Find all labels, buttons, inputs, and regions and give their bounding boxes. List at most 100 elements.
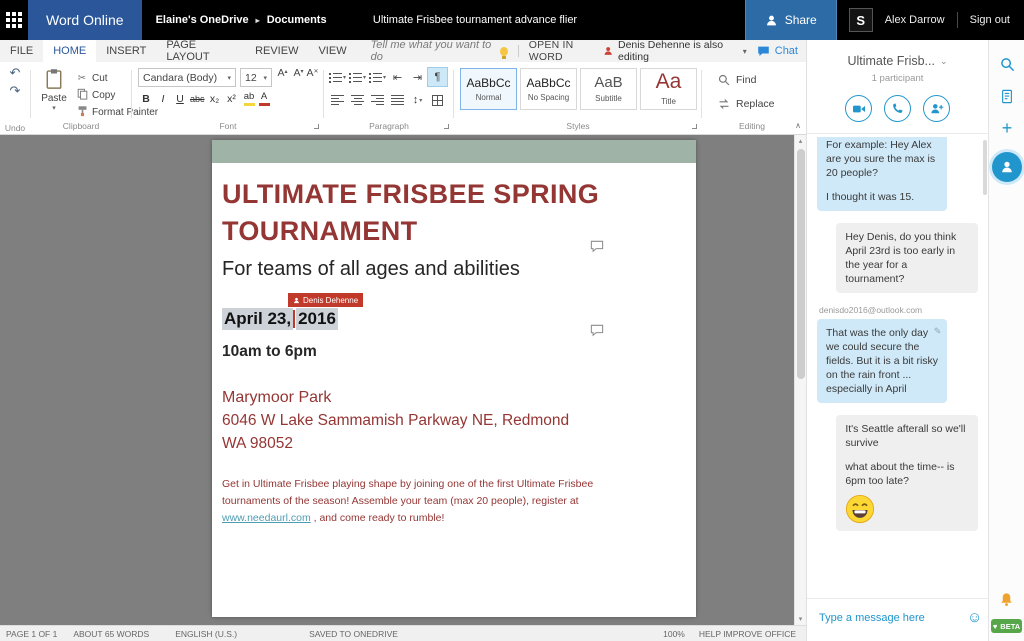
status-help-link[interactable]: HELP IMPROVE OFFICE — [699, 629, 796, 639]
status-zoom-level[interactable]: 100% — [663, 629, 685, 639]
undo-button[interactable]: ↶ — [0, 64, 30, 82]
sign-out-link[interactable]: Sign out — [970, 14, 1010, 26]
chat-message-input[interactable] — [819, 612, 961, 624]
align-center-button[interactable] — [348, 91, 367, 109]
scroll-up-icon[interactable]: ▴ — [795, 135, 806, 147]
scrollbar-thumb[interactable] — [797, 149, 805, 379]
find-button[interactable]: Find — [718, 74, 756, 86]
document-scrollbar[interactable]: ▴ ▾ — [794, 135, 806, 625]
search-icon — [1000, 57, 1015, 72]
add-participant-button[interactable] — [923, 95, 950, 122]
redo-button[interactable]: ↷ — [0, 82, 30, 100]
chat-sender-email: denisdo2016@outlook.com — [819, 305, 978, 315]
tab-file[interactable]: FILE — [0, 40, 43, 62]
copy-label: Copy — [92, 90, 115, 101]
paste-label: Paste — [41, 93, 67, 104]
coauthor-flag[interactable]: Denis Dehenne — [288, 293, 363, 307]
borders-button[interactable] — [428, 91, 447, 109]
coauthor-notice[interactable]: Denis Dehenne is also editing ▾ — [603, 39, 747, 63]
style-subtitle[interactable]: AaB Subtitle — [580, 68, 637, 110]
word-online-logo[interactable]: Word Online — [28, 0, 142, 40]
underline-button[interactable]: U — [172, 90, 188, 108]
beta-badge[interactable]: ♥ BETA — [991, 619, 1022, 633]
decrease-indent-button[interactable]: ⇤ — [388, 68, 407, 86]
video-call-button[interactable] — [845, 95, 872, 122]
multilevel-list-button[interactable]: ▾ — [368, 68, 387, 86]
style-title[interactable]: Aa Title — [640, 68, 697, 110]
notifications-bell-button[interactable] — [989, 592, 1024, 607]
chat-conversation-selector[interactable]: Ultimate Frisb... ⌄ — [847, 54, 947, 68]
tab-review[interactable]: REVIEW — [245, 40, 308, 62]
style-no-spacing[interactable]: AaBbCc No Spacing — [520, 68, 577, 110]
venue-name: Marymoor Park — [222, 386, 686, 409]
line-spacing-button[interactable]: ↕▾ — [408, 91, 427, 109]
font-family-combobox[interactable]: Candara (Body) ▾ — [138, 68, 236, 87]
comment-icon[interactable] — [590, 324, 604, 342]
breadcrumb-onedrive[interactable]: Elaine's OneDrive — [156, 14, 249, 26]
document-page[interactable]: ULTIMATE FRISBEE SPRING TOURNAMENT For t… — [212, 140, 696, 617]
chat-scrollbar-thumb[interactable] — [983, 140, 987, 195]
replace-icon — [718, 98, 730, 110]
app-launcher-button[interactable] — [0, 0, 28, 40]
venue-address-line1: 6046 W Lake Sammamish Parkway NE, Redmon… — [222, 409, 686, 432]
bold-button[interactable]: B — [138, 90, 154, 108]
tab-insert[interactable]: INSERT — [96, 40, 156, 62]
registration-link[interactable]: www.needaurl.com — [222, 512, 311, 524]
emoji-picker-icon[interactable]: ☺ — [967, 610, 982, 625]
rail-add-button[interactable]: + — [989, 112, 1024, 144]
font-dialog-launcher[interactable] — [314, 124, 319, 129]
replace-button[interactable]: Replace — [718, 98, 775, 110]
paragraph-marks-button[interactable]: ¶ — [428, 68, 447, 86]
justify-button[interactable] — [388, 91, 407, 109]
collapse-ribbon-button[interactable]: ∧ — [795, 121, 801, 130]
style-subtitle-preview: AaB — [581, 74, 636, 91]
user-name[interactable]: Alex Darrow — [885, 14, 945, 26]
align-right-button[interactable] — [368, 91, 387, 109]
skype-button[interactable]: S — [849, 8, 873, 32]
rail-contacts-button[interactable] — [989, 80, 1024, 112]
multilevel-list-icon — [369, 72, 382, 83]
numbering-icon — [349, 72, 362, 83]
shrink-font-icon: A — [293, 67, 300, 79]
superscript-button[interactable]: x² — [224, 90, 240, 108]
status-bar: PAGE 1 OF 1 ABOUT 65 WORDS ENGLISH (U.S.… — [0, 625, 806, 641]
comment-icon[interactable] — [590, 240, 604, 258]
font-color-button[interactable]: A — [259, 92, 270, 106]
status-language[interactable]: ENGLISH (U.S.) — [175, 629, 237, 639]
clipboard-group-label: Clipboard — [32, 121, 130, 131]
bell-icon — [999, 592, 1014, 607]
scroll-down-icon[interactable]: ▾ — [795, 613, 806, 625]
edit-message-icon[interactable]: ✎ — [934, 324, 942, 338]
rail-search-button[interactable] — [989, 48, 1024, 80]
italic-button[interactable]: I — [155, 90, 171, 108]
tell-me-box[interactable]: Tell me what you want to do — [371, 40, 508, 62]
clear-formatting-button[interactable]: A ✕ — [304, 67, 321, 85]
tab-page-layout[interactable]: PAGE LAYOUT — [156, 40, 245, 62]
flier-body: Get in Ultimate Frisbee playing shape by… — [222, 476, 620, 527]
strikethrough-button[interactable]: abc — [189, 90, 206, 108]
align-left-button[interactable] — [328, 91, 347, 109]
status-page-count[interactable]: PAGE 1 OF 1 — [6, 629, 57, 639]
numbering-button[interactable]: ▾ — [348, 68, 367, 86]
increase-indent-button[interactable]: ⇥ — [408, 68, 427, 86]
voice-call-button[interactable] — [884, 95, 911, 122]
subscript-button[interactable]: x₂ — [207, 90, 223, 108]
style-normal[interactable]: AaBbCc Normal — [460, 68, 517, 110]
paragraph-dialog-launcher[interactable] — [444, 124, 449, 129]
share-button[interactable]: Share — [745, 0, 837, 40]
group-divider — [701, 70, 702, 118]
tab-view[interactable]: VIEW — [308, 40, 356, 62]
status-word-count[interactable]: ABOUT 65 WORDS — [73, 629, 149, 639]
rail-people-button-active[interactable] — [992, 152, 1022, 182]
paste-button[interactable]: Paste ▾ — [36, 68, 72, 112]
chat-toggle-button[interactable]: Chat — [757, 45, 798, 58]
bullets-button[interactable]: ▾ — [328, 68, 347, 86]
styles-dialog-launcher[interactable] — [692, 124, 697, 129]
font-size-combobox[interactable]: 12 ▾ — [240, 68, 272, 87]
open-in-word-button[interactable]: OPEN IN WORD — [529, 40, 603, 62]
flier-venue: Marymoor Park 6046 W Lake Sammamish Park… — [222, 386, 686, 455]
highlight-color-button[interactable]: ab — [244, 92, 255, 106]
chat-title-chevron-icon: ⌄ — [940, 56, 948, 67]
tab-home[interactable]: HOME — [43, 40, 96, 62]
grow-font-button[interactable]: A ▴ — [274, 67, 291, 85]
